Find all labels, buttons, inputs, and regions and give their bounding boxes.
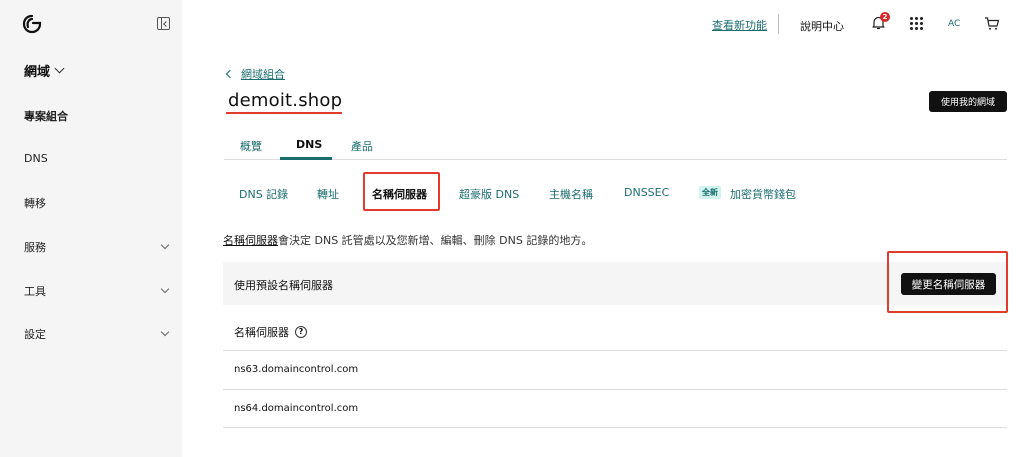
subtab-dns-records[interactable]: DNS 記錄 xyxy=(239,186,288,202)
divider xyxy=(778,14,779,34)
sidebar-item-label: 設定 xyxy=(24,328,46,341)
subtab-forwarding[interactable]: 轉址 xyxy=(317,186,339,202)
chevron-down-icon xyxy=(54,63,65,74)
divider xyxy=(223,350,1007,351)
tab-overview[interactable]: 概覽 xyxy=(240,138,262,154)
chevron-left-icon xyxy=(225,69,235,79)
sidebar-item-label: 專案組合 xyxy=(24,110,68,123)
divider xyxy=(223,427,1007,428)
description-text: 會決定 DNS 託管處以及您新增、編輯、刪除 DNS 記錄的地方。 xyxy=(278,234,593,247)
sidebar: 網域 專案組合 DNS 轉移 服務 工具 設定 xyxy=(0,0,182,457)
help-center-link[interactable]: 說明中心 xyxy=(800,18,844,34)
sidebar-collapse-icon[interactable] xyxy=(157,17,170,30)
chevron-down-icon xyxy=(160,284,170,294)
sidebar-item-label: DNS xyxy=(24,152,48,165)
cart-icon[interactable] xyxy=(984,16,1000,31)
sidebar-item-label: 服務 xyxy=(24,241,46,254)
notification-badge: 2 xyxy=(880,12,890,22)
use-my-domain-button[interactable]: 使用我的網域 xyxy=(929,91,1007,112)
list-item: ns64.domaincontrol.com xyxy=(234,403,359,414)
page-title: demoit.shop xyxy=(228,90,343,111)
breadcrumb-link[interactable]: 網域組合 xyxy=(241,66,285,82)
highlight-underline xyxy=(226,112,342,114)
list-item: ns63.domaincontrol.com xyxy=(234,364,359,375)
sidebar-item-services[interactable]: 服務 xyxy=(24,239,172,255)
panel-label: 使用預設名稱伺服器 xyxy=(234,279,333,292)
sidebar-section-label: 網域 xyxy=(24,65,51,80)
subtab-premium-dns[interactable]: 超豪版 DNS xyxy=(459,186,519,202)
nameserver-description: 名稱伺服器會決定 DNS 託管處以及您新增、編輯、刪除 DNS 記錄的地方。 xyxy=(223,232,592,248)
sidebar-item-dns[interactable]: DNS xyxy=(24,152,172,165)
tab-products[interactable]: 產品 xyxy=(351,138,373,154)
divider xyxy=(223,389,1007,390)
change-nameservers-button[interactable]: 變更名稱伺服器 xyxy=(901,273,996,295)
chevron-down-icon xyxy=(160,327,170,337)
nameserver-list-header: 名稱伺服器 ? xyxy=(234,324,307,340)
sidebar-item-label: 工具 xyxy=(24,285,46,298)
sidebar-item-portfolio[interactable]: 專案組合 xyxy=(24,108,172,124)
sidebar-item-tools[interactable]: 工具 xyxy=(24,283,172,299)
highlight-box xyxy=(363,172,440,211)
top-bar: 查看新功能 說明中心 2 AC xyxy=(182,0,1024,48)
tab-dns[interactable]: DNS xyxy=(296,138,322,151)
sidebar-item-settings[interactable]: 設定 xyxy=(24,326,172,342)
tab-bar: 概覽 DNS 產品 xyxy=(224,130,1007,160)
nameserver-header-label: 名稱伺服器 xyxy=(234,326,289,339)
active-tab-indicator xyxy=(280,157,332,160)
whats-new-link[interactable]: 查看新功能 xyxy=(712,17,767,33)
subtab-hostnames[interactable]: 主機名稱 xyxy=(549,186,593,202)
sidebar-section-domains[interactable]: 網域 xyxy=(24,61,65,80)
new-badge: 全新 xyxy=(699,186,721,199)
subtab-crypto-wallet[interactable]: 加密貨幣錢包 xyxy=(730,186,796,202)
sidebar-item-transfer[interactable]: 轉移 xyxy=(24,195,172,211)
chevron-down-icon xyxy=(160,240,170,250)
breadcrumb[interactable]: 網域組合 xyxy=(225,66,285,82)
nameserver-term-link[interactable]: 名稱伺服器 xyxy=(223,234,278,247)
avatar[interactable]: AC xyxy=(948,19,960,29)
help-icon[interactable]: ? xyxy=(295,326,307,338)
logo-icon[interactable] xyxy=(22,14,42,34)
subtab-dnssec[interactable]: DNSSEC xyxy=(624,186,669,199)
sidebar-item-label: 轉移 xyxy=(24,197,46,210)
apps-grid-icon[interactable] xyxy=(910,17,923,30)
